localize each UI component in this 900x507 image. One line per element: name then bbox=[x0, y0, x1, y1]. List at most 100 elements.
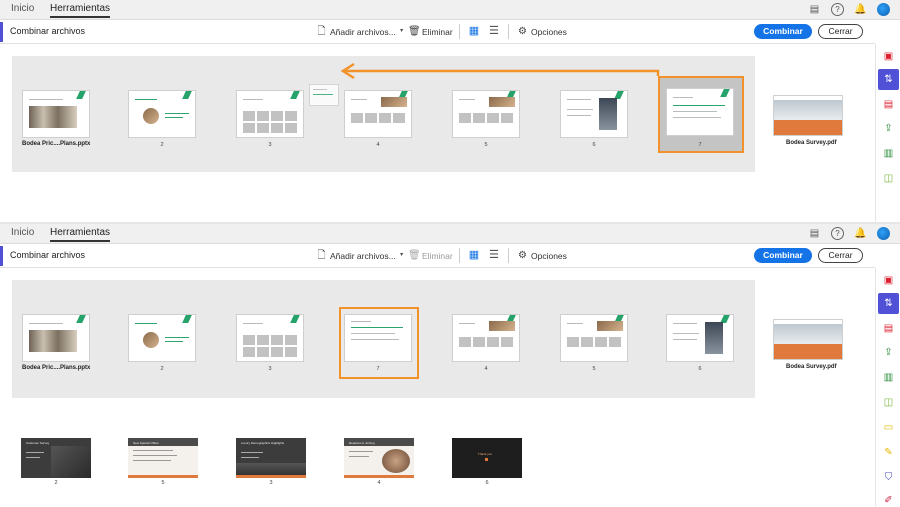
slide-text-line bbox=[29, 323, 63, 324]
slide-text-line bbox=[133, 460, 171, 461]
caret-down-icon: ▾ bbox=[400, 252, 404, 258]
slide-text-line bbox=[243, 323, 263, 324]
strip-slide-title: Thank you bbox=[478, 452, 493, 456]
slide-text-line bbox=[165, 341, 183, 342]
comment-tool-icon[interactable]: ▭ bbox=[882, 421, 895, 434]
slide-text-line bbox=[567, 323, 583, 324]
page-number: 5 bbox=[161, 480, 165, 486]
strip-slide-title: Reasons to Joining bbox=[349, 441, 375, 445]
slide-text-line bbox=[26, 457, 40, 458]
options-button[interactable]: ⚙ Opciones bbox=[517, 250, 567, 261]
pdf-thumbnail[interactable] bbox=[773, 319, 843, 360]
toolbar-divider bbox=[508, 248, 509, 263]
strip-slide-title: Customer Survey bbox=[26, 441, 50, 445]
slide-photo bbox=[705, 322, 723, 354]
page-number: 6 bbox=[485, 480, 489, 486]
strip-slide-title: New Special Offers bbox=[133, 441, 159, 445]
slide-footer-band bbox=[236, 475, 306, 478]
slide-text-line bbox=[133, 450, 173, 451]
tab-bar: Inicio Herramientas ▤ ? 🔔 bbox=[0, 224, 900, 244]
pdf-cover-band bbox=[774, 120, 842, 135]
protect-icon[interactable]: ⛉ bbox=[882, 471, 895, 484]
grid-view-icon[interactable]: ▦ bbox=[468, 249, 480, 261]
bell-icon[interactable]: 🔔 bbox=[854, 227, 867, 240]
strip-page-thumbnail[interactable]: Thank you bbox=[452, 438, 522, 478]
combine-button[interactable]: Combinar bbox=[754, 248, 812, 263]
slide-text-line bbox=[673, 323, 697, 324]
page-number: 2 bbox=[54, 480, 58, 486]
titlebar-icons: ▤ ? 🔔 bbox=[808, 227, 890, 240]
gear-icon: ⚙ bbox=[518, 250, 527, 261]
tab-tools[interactable]: Herramientas bbox=[50, 227, 111, 242]
slide-text-line bbox=[349, 451, 373, 452]
strip-page-thumbnail[interactable]: Luxury Demographics Highlights bbox=[236, 438, 306, 478]
strip-page-thumbnail[interactable]: Customer Survey bbox=[21, 438, 91, 478]
pdf-thumbnail[interactable] bbox=[773, 95, 843, 136]
slide-table bbox=[567, 337, 623, 347]
trash-icon: 🗑 bbox=[408, 250, 421, 261]
page-number: 2 bbox=[160, 366, 164, 372]
combine-files-icon[interactable]: ⇅ bbox=[878, 293, 899, 314]
file-thumbnail[interactable] bbox=[22, 314, 90, 362]
add-file-icon: 🗋 bbox=[317, 250, 326, 261]
file2-name: Bodea Survey.pdf bbox=[786, 364, 837, 370]
delete-label: Eliminar bbox=[422, 250, 453, 261]
top-panel: Inicio Herramientas ▤ ? 🔔 Combinar archi… bbox=[0, 0, 900, 222]
toolbar-title: Combinar archivos bbox=[10, 250, 86, 260]
slide-text-line bbox=[349, 456, 369, 457]
add-files-label: Añadir archivos... bbox=[330, 250, 396, 261]
slide-photo bbox=[29, 330, 77, 352]
page-number: 4 bbox=[377, 480, 381, 486]
fill-sign-icon[interactable]: ✎ bbox=[882, 446, 895, 459]
comment-icon[interactable]: ▤ bbox=[808, 227, 821, 240]
organize-pages-icon[interactable]: ▤ bbox=[882, 322, 895, 335]
list-view-icon[interactable]: ☰ bbox=[488, 249, 500, 261]
slide-table bbox=[243, 347, 299, 357]
page-thumbnail[interactable] bbox=[452, 314, 520, 362]
slide-table bbox=[459, 337, 515, 347]
slide-footer-band bbox=[128, 475, 198, 478]
strip-page-thumbnail[interactable]: New Special Offers bbox=[128, 438, 198, 478]
page-thumbnail[interactable] bbox=[128, 314, 196, 362]
print-production-icon[interactable]: ▥ bbox=[882, 371, 895, 384]
slide-accent bbox=[290, 315, 300, 323]
slide-text-line bbox=[673, 339, 697, 340]
slide-text-line bbox=[133, 455, 177, 456]
help-icon[interactable]: ? bbox=[831, 227, 844, 240]
avatar[interactable] bbox=[877, 227, 890, 240]
pdf-cover-band bbox=[774, 344, 842, 359]
tab-home[interactable]: Inicio bbox=[11, 227, 34, 238]
page-thumbnail[interactable] bbox=[236, 314, 304, 362]
slide-text-line bbox=[135, 323, 157, 324]
slide-text-line bbox=[459, 323, 475, 324]
compare-icon[interactable]: ◫ bbox=[882, 396, 895, 409]
slide-text-line bbox=[26, 452, 44, 453]
create-pdf-icon[interactable]: ▣ bbox=[882, 274, 895, 287]
slide-photo bbox=[236, 463, 306, 475]
page-number: 6 bbox=[698, 366, 702, 372]
pdf-cover-photo bbox=[774, 324, 842, 344]
export-pdf-icon[interactable]: ⇪ bbox=[882, 346, 895, 359]
strip-slide-title: Luxury Demographics Highlights bbox=[241, 441, 285, 445]
slide-text-line bbox=[241, 452, 263, 453]
slide-photo bbox=[382, 449, 410, 473]
strip-page-thumbnail[interactable]: Reasons to Joining bbox=[344, 438, 414, 478]
toolbar-divider bbox=[459, 248, 460, 263]
file2-name: Bodea Survey.pdf bbox=[786, 140, 837, 146]
slide-photo bbox=[597, 321, 623, 331]
add-files-button[interactable]: 🗋 Añadir archivos... ▾ bbox=[316, 250, 405, 261]
slide-photo bbox=[51, 446, 91, 478]
slide-footer-band bbox=[344, 475, 414, 478]
options-label: Opciones bbox=[531, 250, 567, 261]
sign-icon[interactable]: ✐ bbox=[882, 494, 895, 507]
page-thumbnail[interactable] bbox=[560, 314, 628, 362]
bottom-panel: Inicio Herramientas ▤ ? 🔔 Combinar archi… bbox=[0, 224, 900, 506]
slide-photo bbox=[143, 332, 159, 348]
pages-workarea: Bodea Pric....Plans.pptx 2 3 7 4 5 6 bbox=[12, 280, 755, 398]
delete-button[interactable]: 🗑 Eliminar bbox=[408, 250, 453, 261]
drag-arrow-icon bbox=[340, 62, 660, 80]
highlight-box bbox=[339, 307, 419, 379]
slide-text-line bbox=[165, 337, 189, 338]
close-button[interactable]: Cerrar bbox=[818, 248, 863, 263]
page-thumbnail[interactable] bbox=[666, 314, 734, 362]
